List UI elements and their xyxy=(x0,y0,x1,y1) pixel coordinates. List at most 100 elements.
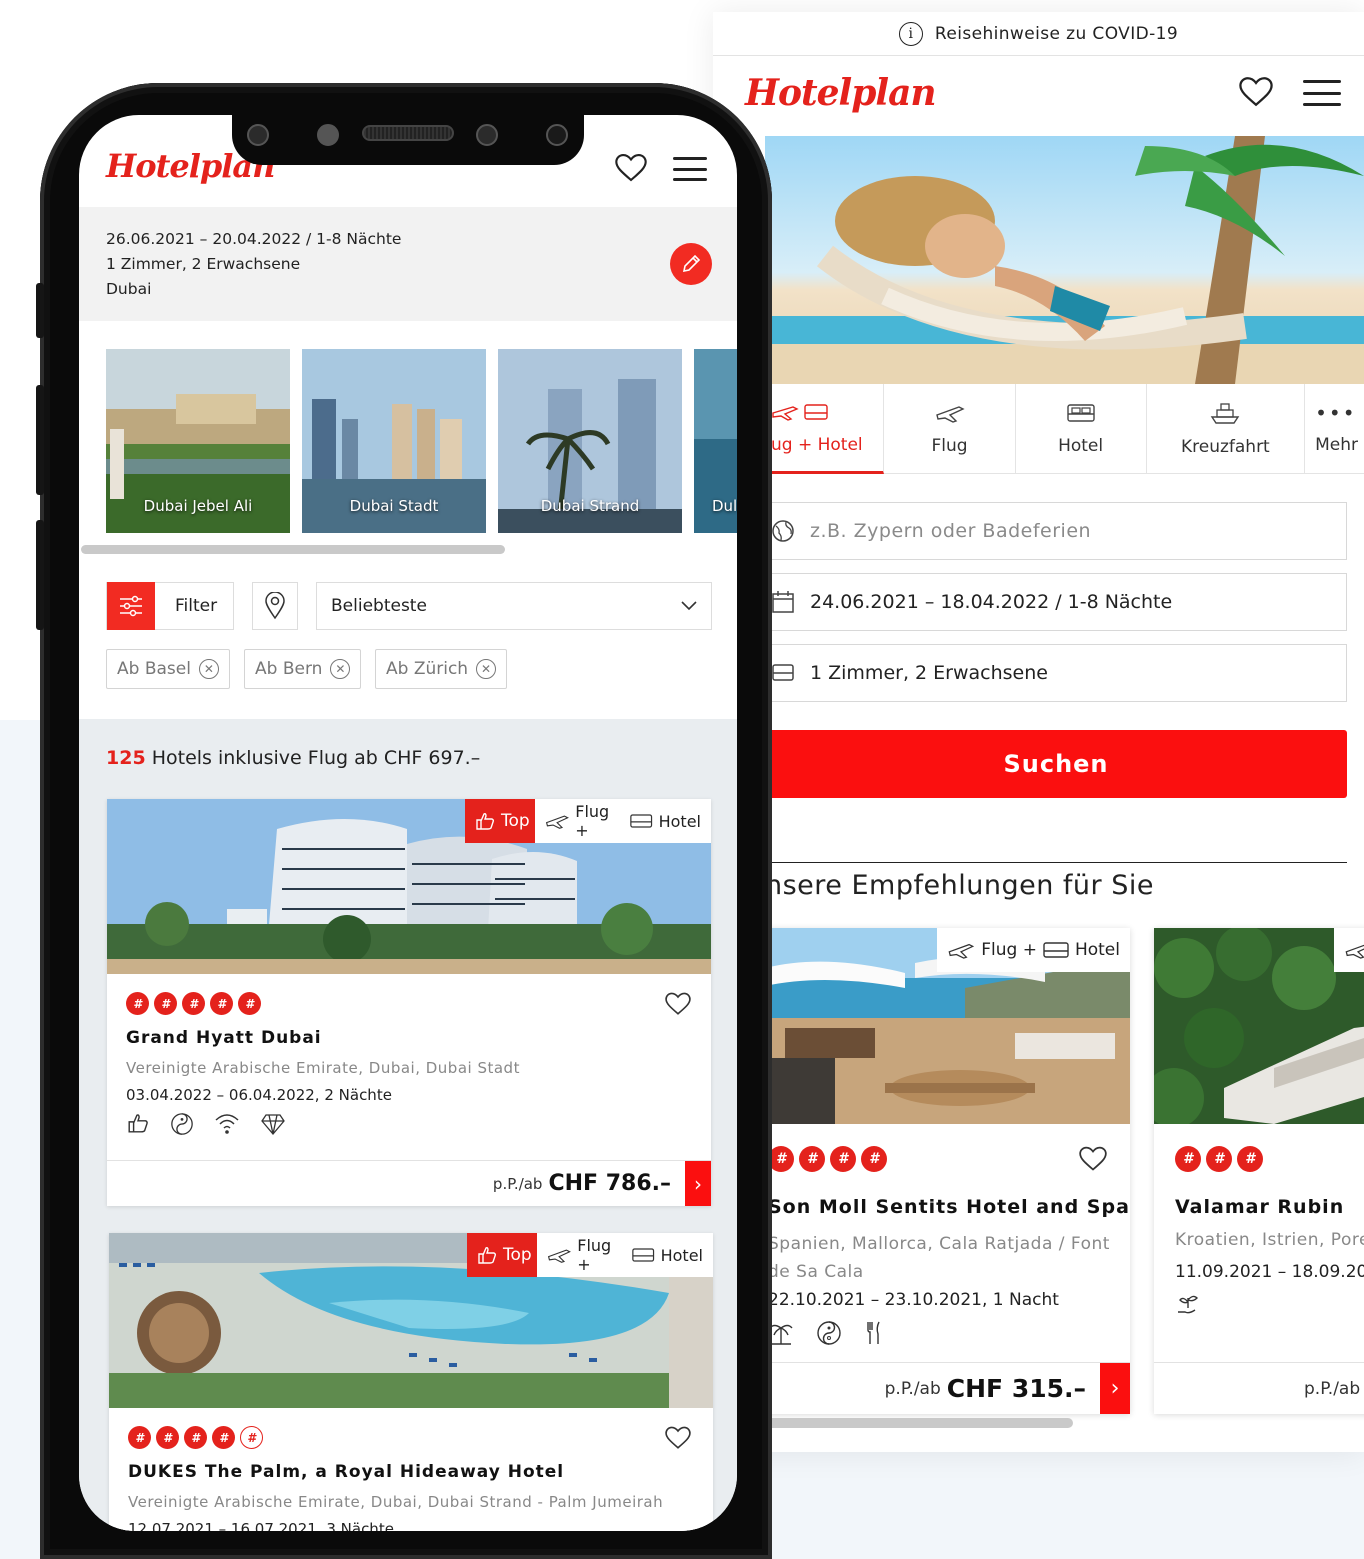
plane-icon xyxy=(1345,944,1364,959)
covid-notice-text: Reisehinweise zu COVID-19 xyxy=(934,23,1179,44)
destination-label: Dul xyxy=(712,497,737,515)
bed-icon xyxy=(1066,404,1095,422)
flight-hotel-tag: Flug + Hotel xyxy=(537,1233,713,1277)
chip-label: Ab Zürich xyxy=(386,659,469,679)
amenities xyxy=(768,1320,884,1346)
tab-kreuzfahrt[interactable]: Kreuzfahrt xyxy=(1147,384,1306,474)
tab-label: Kreuzfahrt xyxy=(1180,437,1270,457)
recommendation-card[interactable]: Flug + Hotel # # # # Son Moll Sentits Ho… xyxy=(765,928,1130,1414)
hotel-location: Spanien, Mallorca, Cala Ratjada / Font d… xyxy=(768,1234,1110,1282)
close-icon[interactable]: ✕ xyxy=(198,659,219,679)
close-icon[interactable]: ✕ xyxy=(476,659,497,679)
chip-label: Ab Bern xyxy=(255,659,323,679)
logo[interactable]: Hotelplan xyxy=(745,72,937,114)
bed-icon xyxy=(772,664,794,681)
hotel-image xyxy=(1154,928,1364,1128)
chevron-right-icon[interactable]: › xyxy=(1100,1362,1130,1414)
camera-icon xyxy=(476,124,498,146)
carousel-scrollbar[interactable] xyxy=(765,1418,1073,1428)
price-row[interactable]: p.P./ab xyxy=(1154,1362,1364,1414)
chevron-right-icon[interactable]: › xyxy=(685,1160,711,1206)
destination-label: Dubai Strand xyxy=(540,497,640,515)
tab-flug[interactable]: Flug xyxy=(884,384,1016,474)
hotel-card[interactable]: Top Flug + Hotel # # # # # DUKES The Pal… xyxy=(109,1233,713,1531)
heart-icon[interactable] xyxy=(1239,76,1273,108)
filter-button[interactable]: Filter xyxy=(106,582,234,630)
hotel-rating: # # # # # xyxy=(126,992,261,1015)
rating-half-star-icon: # xyxy=(240,1426,263,1449)
hotel-dates: 22.10.2021 – 23.10.2021, 1 Nacht xyxy=(768,1290,1059,1310)
rating-star-icon: # xyxy=(1206,1146,1232,1172)
recommendation-card[interactable]: # # # Valamar Rubin Kroatien, Istrien, P… xyxy=(1154,928,1364,1414)
plane-bed-icon xyxy=(772,403,828,421)
dates-value: 24.06.2021 – 18.04.2022 / 1-8 Nächte xyxy=(810,591,1173,613)
price-row[interactable]: p.P./ab CHF 786.– › xyxy=(107,1160,711,1206)
destination-tile[interactable]: Dul xyxy=(694,349,737,533)
heart-icon[interactable] xyxy=(1079,1146,1107,1172)
map-button[interactable] xyxy=(252,582,298,630)
rating-star-icon: # xyxy=(126,992,149,1015)
carousel-scrollbar[interactable] xyxy=(81,545,505,554)
destination-field[interactable]: z.B. Zypern oder Badeferien xyxy=(765,502,1347,560)
plane-icon xyxy=(545,815,569,829)
destination-tile[interactable]: Dubai Strand xyxy=(498,349,682,533)
edit-search-button[interactable] xyxy=(670,243,712,285)
hotel-name[interactable]: DUKES The Palm, a Royal Hideaway Hotel xyxy=(128,1462,564,1482)
thumbs-up-icon xyxy=(128,1114,148,1133)
price-row[interactable]: p.P./ab CHF 315.– › xyxy=(765,1362,1130,1414)
filter-chip[interactable]: Ab Bern ✕ xyxy=(244,649,362,689)
sensor-icon xyxy=(546,124,568,146)
plane-icon xyxy=(547,1249,571,1263)
pencil-icon xyxy=(682,254,701,273)
filter-chip[interactable]: Ab Basel ✕ xyxy=(106,649,230,689)
price-amount: CHF 315.– xyxy=(946,1374,1086,1403)
hotel-name[interactable]: Son Moll Sentits Hotel and Spa xyxy=(768,1196,1130,1218)
hotel-name[interactable]: Grand Hyatt Dubai xyxy=(126,1028,322,1048)
tab-hotel[interactable]: Hotel xyxy=(1016,384,1147,474)
bed-icon xyxy=(1043,942,1069,958)
rating-star-icon: # xyxy=(861,1146,887,1172)
chip-label: Ab Basel xyxy=(117,659,191,679)
yin-yang-icon xyxy=(817,1321,841,1345)
price-prefix: p.P./ab xyxy=(1304,1378,1361,1399)
sort-select[interactable]: Beliebteste xyxy=(316,582,712,630)
hotel-dates: 03.04.2022 – 06.04.2022, 2 Nächte xyxy=(126,1086,392,1104)
hotel-card[interactable]: Top Flug + Hotel # # # # # Grand Hyatt D… xyxy=(107,799,711,1206)
travellers-field[interactable]: 1 Zimmer, 2 Erwachsene xyxy=(765,644,1347,702)
flight-hotel-tag: Flug + Hotel xyxy=(535,799,711,843)
tag-flight-text: Flug + xyxy=(981,940,1037,960)
tab-label: Mehr xyxy=(1315,435,1358,455)
menu-icon[interactable] xyxy=(1303,80,1341,106)
covid-notice[interactable]: i Reisehinweise zu COVID-19 xyxy=(713,12,1364,56)
hotel-location: Vereinigte Arabische Emirate, Dubai, Dub… xyxy=(126,1059,520,1077)
tab-flug-hotel[interactable]: ug + Hotel xyxy=(765,384,885,474)
summary-destination: Dubai xyxy=(106,280,152,298)
travellers-value: 1 Zimmer, 2 Erwachsene xyxy=(810,662,1048,684)
search-summary[interactable]: 26.06.2021 – 20.04.2022 / 1-8 Nächte 1 Z… xyxy=(79,207,737,321)
heart-icon[interactable] xyxy=(665,992,691,1016)
phone-side-button xyxy=(36,520,44,630)
hotel-name[interactable]: Valamar Rubin xyxy=(1175,1196,1344,1218)
close-icon[interactable]: ✕ xyxy=(330,659,351,679)
divider xyxy=(765,862,1347,863)
desktop-page: i Reisehinweise zu COVID-19 Hotelplan ug… xyxy=(713,12,1364,1452)
speaker-grille xyxy=(362,125,454,141)
tag-flight-text: Flug + xyxy=(577,1236,612,1274)
tab-mehr[interactable]: ••• Mehr xyxy=(1305,384,1364,474)
heart-icon[interactable] xyxy=(665,1426,691,1450)
destination-label: Dubai Jebel Ali xyxy=(143,497,253,515)
globe-icon xyxy=(772,520,794,542)
diamond-icon xyxy=(261,1114,285,1136)
recommendations-title: nsere Empfehlungen für Sie xyxy=(765,870,1154,901)
filter-chip[interactable]: Ab Zürich ✕ xyxy=(375,649,508,689)
dates-field[interactable]: 24.06.2021 – 18.04.2022 / 1-8 Nächte xyxy=(765,573,1347,631)
rating-star-icon: # xyxy=(184,1426,207,1449)
destination-tile[interactable]: Dubai Stadt xyxy=(302,349,486,533)
flight-hotel-tag xyxy=(1334,928,1364,972)
heart-icon[interactable] xyxy=(615,153,647,183)
menu-icon[interactable] xyxy=(673,157,707,181)
search-button[interactable]: Suchen xyxy=(765,730,1347,798)
yin-yang-icon xyxy=(171,1113,193,1135)
map-pin-icon xyxy=(265,592,285,620)
destination-tile[interactable]: Dubai Jebel Ali xyxy=(106,349,290,533)
